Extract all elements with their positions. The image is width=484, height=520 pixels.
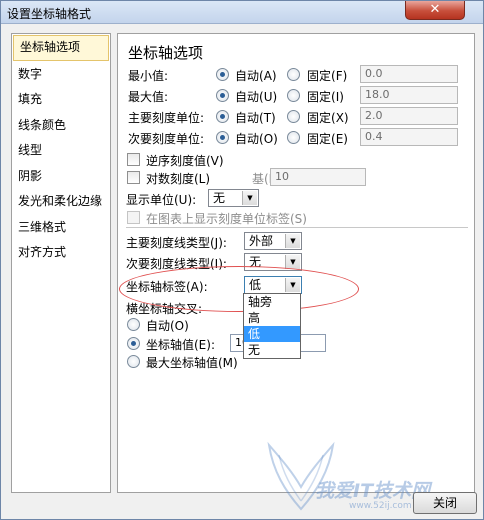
reverse-checkbox[interactable] bbox=[127, 153, 140, 166]
cross-max-label: 最大坐标轴值(M) bbox=[146, 356, 238, 370]
minor-tick-row: 次要刻度线类型(I): 无 ▼ bbox=[118, 253, 474, 273]
major-fixed-label: 固定(X) bbox=[307, 111, 349, 125]
major-tick-label: 主要刻度线类型(J): bbox=[126, 236, 227, 250]
show-units-label: 在图表上显示刻度单位标签(S) bbox=[146, 212, 307, 226]
nav-item-fill[interactable]: 填充 bbox=[12, 87, 110, 113]
min-auto-label: 自动(A) bbox=[235, 69, 277, 83]
min-auto-radio[interactable] bbox=[216, 68, 229, 81]
min-row: 最小值: 自动(A) 固定(F) 0.0 bbox=[118, 65, 474, 85]
cross-auto-label: 自动(O) bbox=[146, 319, 189, 333]
window-close-button[interactable]: ✕ bbox=[405, 1, 465, 20]
dropdown-option-next-to-axis[interactable]: 轴旁 bbox=[244, 294, 300, 310]
min-value-input[interactable]: 0.0 bbox=[360, 65, 458, 83]
panel-title: 坐标轴选项 bbox=[128, 44, 204, 62]
min-fixed-radio[interactable] bbox=[287, 68, 300, 81]
axis-label-select[interactable]: 低 ▼ bbox=[244, 276, 302, 294]
nav-item-shadow[interactable]: 阴影 bbox=[12, 164, 110, 190]
close-icon: ✕ bbox=[429, 2, 441, 17]
display-units-label: 显示单位(U): bbox=[126, 193, 197, 207]
log-label: 对数刻度(L) bbox=[146, 172, 211, 186]
min-label: 最小值: bbox=[128, 69, 169, 83]
nav-item-glow[interactable]: 发光和柔化边缘 bbox=[12, 189, 110, 215]
nav-item-number[interactable]: 数字 bbox=[12, 62, 110, 88]
nav-item-3d-format[interactable]: 三维格式 bbox=[12, 215, 110, 241]
show-units-row: 在图表上显示刻度单位标签(S) bbox=[118, 208, 474, 228]
chevron-down-icon: ▼ bbox=[285, 278, 300, 292]
max-fixed-radio[interactable] bbox=[287, 89, 300, 102]
cross-auto-radio[interactable] bbox=[127, 318, 140, 331]
minor-auto-radio[interactable] bbox=[216, 131, 229, 144]
dropdown-option-low[interactable]: 低 bbox=[244, 326, 300, 342]
title-bar: 设置坐标轴格式 ✕ bbox=[1, 1, 483, 24]
log-row: 对数刻度(L) 基(B): 10 bbox=[118, 168, 474, 188]
axis-label-dropdown-list: 轴旁 高 低 无 bbox=[243, 293, 301, 359]
axis-options-panel: 坐标轴选项 最小值: 自动(A) 固定(F) 0.0 最大值: 自动(U) 固定… bbox=[117, 33, 475, 493]
window-title: 设置坐标轴格式 bbox=[7, 7, 92, 21]
major-tick-row: 主要刻度线类型(J): 外部 ▼ bbox=[118, 232, 474, 252]
minor-unit-row: 次要刻度单位: 自动(O) 固定(E) 0.4 bbox=[118, 128, 474, 148]
min-fixed-label: 固定(F) bbox=[307, 69, 348, 83]
chevron-down-icon: ▼ bbox=[285, 234, 300, 248]
minor-auto-label: 自动(O) bbox=[235, 132, 278, 146]
max-fixed-label: 固定(I) bbox=[307, 90, 344, 104]
nav-item-line-color[interactable]: 线条颜色 bbox=[12, 113, 110, 139]
max-auto-label: 自动(U) bbox=[235, 90, 278, 104]
log-base-input[interactable]: 10 bbox=[270, 168, 366, 186]
chevron-down-icon: ▼ bbox=[285, 255, 300, 269]
max-auto-radio[interactable] bbox=[216, 89, 229, 102]
major-fixed-radio[interactable] bbox=[287, 110, 300, 123]
major-auto-label: 自动(T) bbox=[235, 111, 276, 125]
reverse-label: 逆序刻度值(V) bbox=[146, 154, 224, 168]
watermark-url: www.52ij.com bbox=[349, 501, 412, 511]
minor-tick-label: 次要刻度线类型(I): bbox=[126, 257, 227, 271]
dropdown-option-high[interactable]: 高 bbox=[244, 310, 300, 326]
axis-label-label: 坐标轴标签(A): bbox=[126, 280, 208, 294]
max-label: 最大值: bbox=[128, 90, 169, 104]
dropdown-option-none[interactable]: 无 bbox=[244, 342, 300, 358]
close-button[interactable]: 关闭 bbox=[413, 492, 477, 514]
max-value-input[interactable]: 18.0 bbox=[360, 86, 458, 104]
chevron-down-icon: ▼ bbox=[242, 191, 257, 205]
display-units-row: 显示单位(U): 无 ▼ bbox=[118, 189, 474, 209]
nav-item-line-style[interactable]: 线型 bbox=[12, 138, 110, 164]
separator bbox=[126, 227, 468, 228]
major-tick-select[interactable]: 外部 ▼ bbox=[244, 232, 302, 250]
major-auto-radio[interactable] bbox=[216, 110, 229, 123]
display-units-select[interactable]: 无 ▼ bbox=[208, 189, 259, 207]
minor-tick-select[interactable]: 无 ▼ bbox=[244, 253, 302, 271]
minor-value-input[interactable]: 0.4 bbox=[360, 128, 458, 146]
major-unit-row: 主要刻度单位: 自动(T) 固定(X) 2.0 bbox=[118, 107, 474, 127]
category-nav: 坐标轴选项 数字 填充 线条颜色 线型 阴影 发光和柔化边缘 三维格式 对齐方式 bbox=[11, 33, 111, 493]
nav-item-axis-options[interactable]: 坐标轴选项 bbox=[13, 35, 109, 61]
major-unit-label: 主要刻度单位: bbox=[128, 111, 205, 125]
minor-fixed-radio[interactable] bbox=[287, 131, 300, 144]
minor-unit-label: 次要刻度单位: bbox=[128, 132, 205, 146]
cross-value-label: 坐标轴值(E): bbox=[146, 338, 215, 352]
cross-max-radio[interactable] bbox=[127, 355, 140, 368]
show-units-checkbox[interactable] bbox=[127, 211, 140, 224]
reverse-row: 逆序刻度值(V) bbox=[118, 150, 474, 170]
format-axis-dialog: 设置坐标轴格式 ✕ 坐标轴选项 数字 填充 线条颜色 线型 阴影 发光和柔化边缘… bbox=[0, 0, 484, 520]
minor-fixed-label: 固定(E) bbox=[307, 132, 348, 146]
nav-item-alignment[interactable]: 对齐方式 bbox=[12, 240, 110, 266]
cross-value-radio[interactable] bbox=[127, 337, 140, 350]
major-value-input[interactable]: 2.0 bbox=[360, 107, 458, 125]
max-row: 最大值: 自动(U) 固定(I) 18.0 bbox=[118, 86, 474, 106]
log-checkbox[interactable] bbox=[127, 171, 140, 184]
